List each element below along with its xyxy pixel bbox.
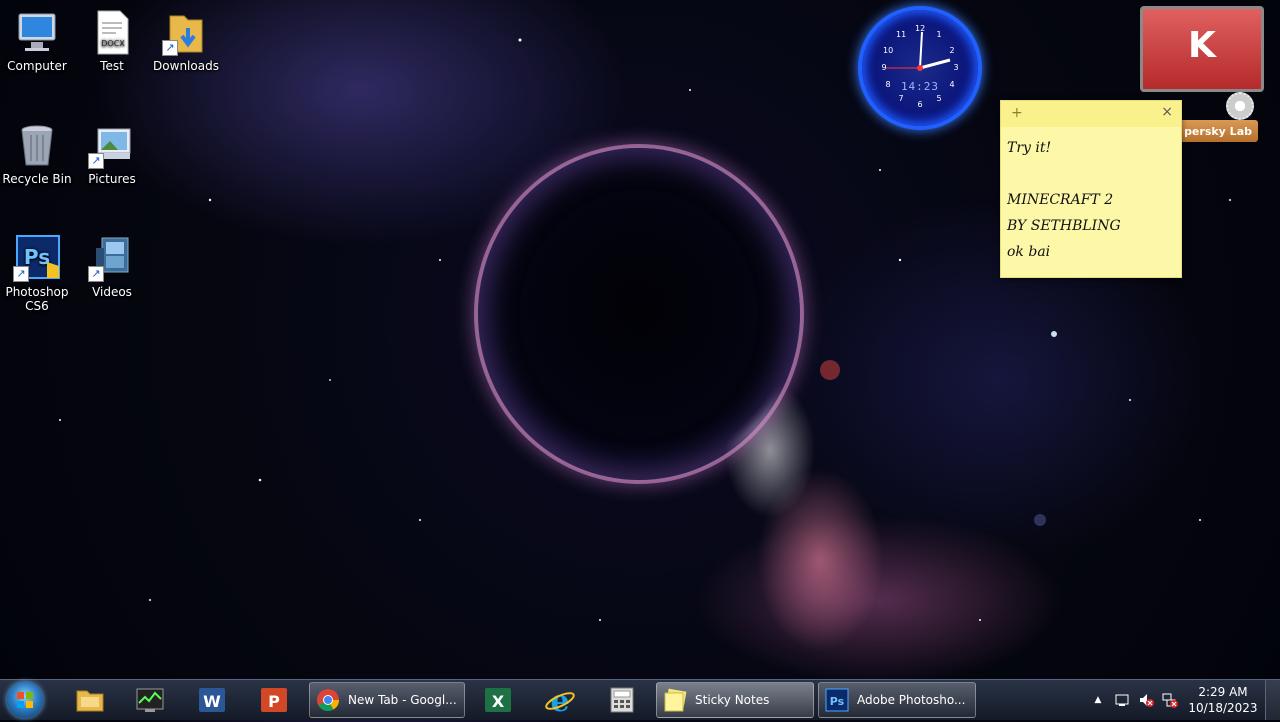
desktop-icon-label: Recycle Bin (2, 172, 72, 186)
clock-hands (886, 31, 951, 71)
windows-logo-icon (17, 692, 33, 708)
system-tray: ▲ 2:29 AM 10/18/2023 (1090, 680, 1280, 720)
sticky-note-titlebar[interactable]: + × (1001, 101, 1181, 127)
powerpoint-icon[interactable]: P (246, 682, 302, 718)
shortcut-arrow-icon: ↗ (88, 266, 104, 282)
desktop-icon-videos[interactable]: ↗ Videos (75, 234, 149, 299)
note-line: Try it! (1007, 140, 1052, 156)
desktop-icon-label: Computer (7, 59, 67, 73)
note-line: MINECRAFT 2 (1007, 192, 1114, 208)
desktop-icon-label: Pictures (88, 172, 136, 186)
shortcut-arrow-icon: ↗ (162, 40, 178, 56)
recycle-bin-icon (13, 121, 61, 169)
desktop-icon-label: Videos (92, 285, 132, 299)
desktop-icon-recycle-bin[interactable]: Recycle Bin (0, 121, 74, 186)
desktop-icon-photoshop[interactable]: Ps ↗ Photoshop CS6 (0, 234, 74, 313)
sticky-note-text[interactable]: Try it! MINECRAFT 2 BY SETHBLING ok bai (1001, 127, 1181, 273)
internet-explorer-icon[interactable]: e (532, 682, 588, 718)
desktop-icon-label: Downloads (153, 59, 219, 73)
note-line: BY SETHBLING (1007, 218, 1121, 234)
show-hidden-icons-button[interactable]: ▲ (1090, 692, 1106, 708)
close-note-button[interactable]: × (1161, 104, 1173, 120)
desktop-icon-test[interactable]: DOCX Test (75, 8, 149, 73)
note-line (1007, 161, 1175, 187)
word-icon[interactable]: W (184, 682, 240, 718)
note-line: ok bai (1007, 244, 1051, 260)
excel-icon[interactable]: X (470, 682, 526, 718)
clock-digital-readout: 14:23 (900, 80, 940, 93)
kaspersky-logo: K (1188, 25, 1216, 66)
desktop-icon-label: Photoshop CS6 (5, 285, 69, 313)
gear-icon[interactable] (1226, 92, 1254, 120)
taskbar-chrome-button[interactable]: New Tab - Googl... (309, 682, 465, 718)
docx-file-icon: DOCX (88, 8, 136, 56)
task-label: Adobe Photosho... (857, 693, 966, 707)
sticky-note[interactable]: + × Try it! MINECRAFT 2 BY SETHBLING ok bai (1000, 100, 1182, 278)
shortcut-arrow-icon: ↗ (13, 266, 29, 282)
folder-shortcut-icon: ↗ (162, 8, 210, 56)
photoshop-icon: Ps ↗ (13, 234, 61, 282)
desktop-icon-pictures[interactable]: ↗ Pictures (75, 121, 149, 186)
desktop-icon-downloads[interactable]: ↗ Downloads (149, 8, 223, 73)
sticky-notes-icon (664, 688, 687, 712)
computer-icon (13, 8, 61, 56)
volume-muted-icon[interactable] (1138, 692, 1154, 708)
videos-shortcut-icon: ↗ (88, 234, 136, 282)
taskbar-photoshop-button[interactable]: Ps Adobe Photosho... (818, 682, 976, 718)
desktop-icon-label: Test (100, 59, 124, 73)
photoshop-icon: Ps (825, 688, 849, 712)
clock-gadget[interactable]: 12 1 2 3 4 5 6 7 8 9 10 11 14:23 (862, 10, 978, 126)
pictures-shortcut-icon: ↗ (88, 121, 136, 169)
shortcut-arrow-icon: ↗ (88, 153, 104, 169)
kaspersky-gadget[interactable]: K (1140, 6, 1264, 92)
svg-text:P: P (268, 692, 280, 711)
taskbar-clock[interactable]: 2:29 AM 10/18/2023 (1188, 684, 1258, 716)
start-button[interactable] (7, 682, 43, 718)
task-manager-icon[interactable] (122, 682, 178, 718)
chrome-icon (317, 689, 339, 711)
calculator-icon[interactable] (594, 682, 650, 718)
svg-text:X: X (492, 692, 505, 711)
black-hole-wallpaper (478, 148, 800, 480)
taskbar-sticky-notes-button[interactable]: Sticky Notes (656, 682, 814, 718)
svg-text:W: W (203, 692, 221, 711)
show-desktop-button[interactable] (1265, 680, 1280, 720)
file-explorer-icon[interactable] (62, 682, 118, 718)
clock-time: 2:29 AM (1198, 685, 1248, 699)
add-note-button[interactable]: + (1011, 105, 1023, 121)
task-label: New Tab - Googl... (348, 693, 457, 707)
task-label: Sticky Notes (695, 693, 770, 707)
taskbar: W P New Tab - Googl... X e Sticky Notes … (0, 679, 1280, 720)
desktop-icon-computer[interactable]: Computer (0, 8, 74, 73)
svg-text:DOCX: DOCX (101, 39, 125, 48)
network-disconnected-icon[interactable] (1162, 692, 1178, 708)
svg-text:Ps: Ps (830, 695, 845, 708)
action-center-icon[interactable] (1114, 692, 1130, 708)
clock-date: 10/18/2023 (1188, 701, 1258, 715)
